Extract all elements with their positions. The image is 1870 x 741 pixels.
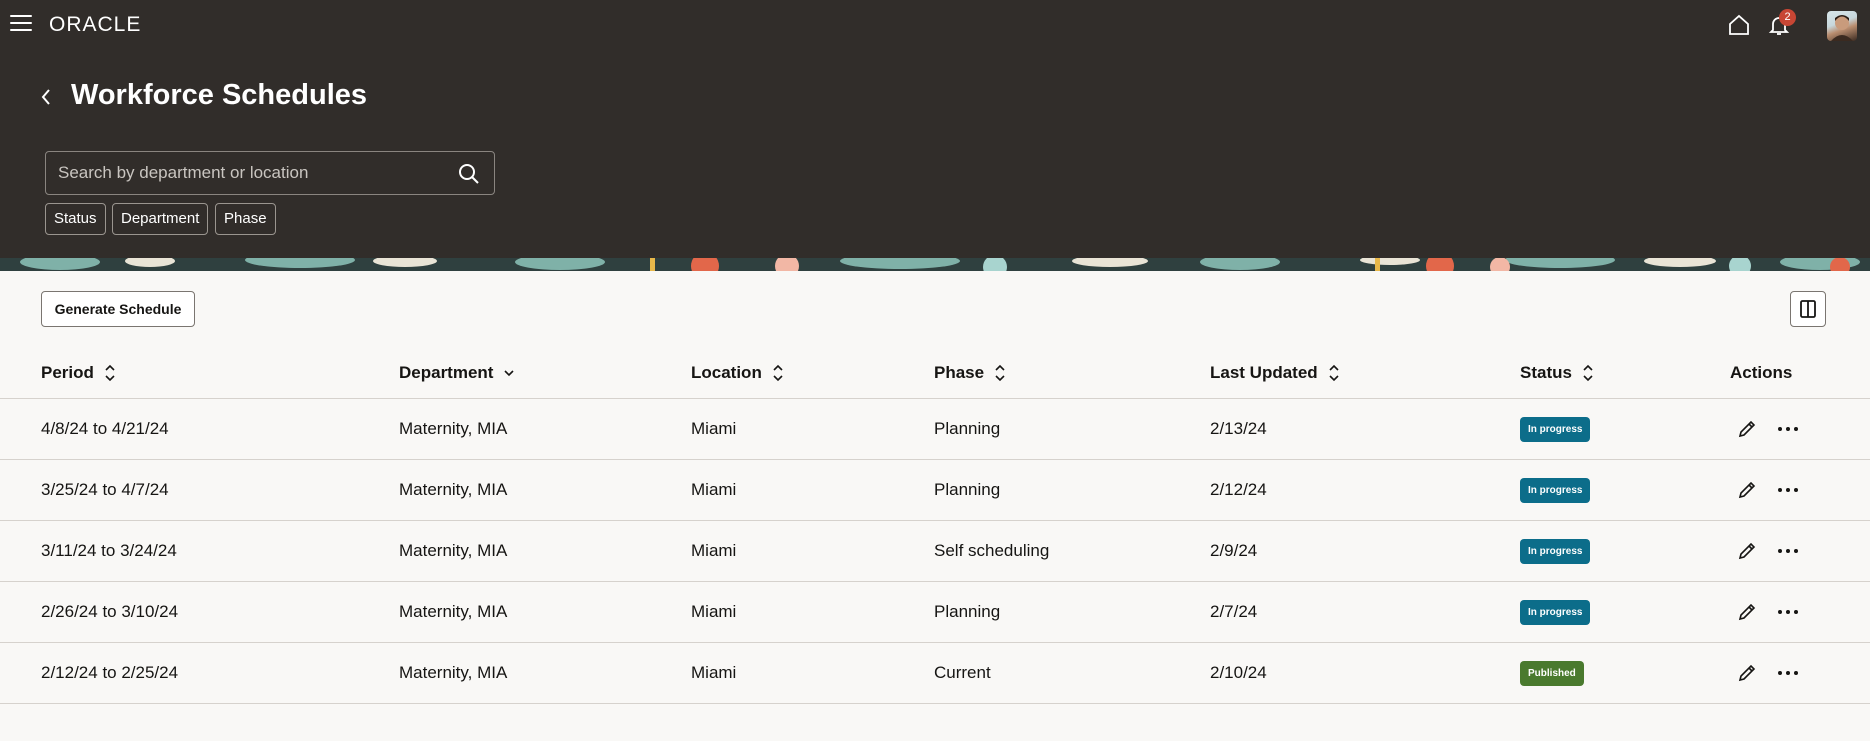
- cell-phase: Planning: [934, 419, 1001, 438]
- edit-pencil-icon[interactable]: [1737, 541, 1757, 561]
- hamburger-menu-icon[interactable]: [10, 15, 32, 35]
- back-arrow-icon[interactable]: [37, 86, 55, 108]
- sort-icon: [1583, 364, 1593, 382]
- cell-department: Maternity, MIA: [399, 419, 508, 438]
- oracle-logo: ORACLE: [49, 13, 142, 36]
- column-header-actions: Actions: [1730, 363, 1792, 383]
- cell-department: Maternity, MIA: [399, 602, 508, 621]
- cell-location: Miami: [691, 480, 737, 499]
- column-header-last-updated[interactable]: Last Updated: [1210, 363, 1340, 383]
- sort-icon: [995, 364, 1005, 382]
- table-row[interactable]: 2/26/24 to 3/10/24 Maternity, MIA Miami …: [0, 582, 1870, 643]
- table-row[interactable]: 3/25/24 to 4/7/24 Maternity, MIA Miami P…: [0, 460, 1870, 521]
- more-options-icon[interactable]: [1777, 546, 1799, 556]
- cell-location: Miami: [691, 541, 737, 560]
- column-label: Phase: [934, 363, 985, 382]
- filter-chip-phase[interactable]: Phase: [215, 203, 276, 235]
- status-badge: In progress: [1520, 539, 1591, 564]
- cell-phase: Self scheduling: [934, 541, 1050, 560]
- avatar[interactable]: [1827, 11, 1857, 41]
- cell-last-updated: 2/13/24: [1210, 419, 1267, 438]
- search-input[interactable]: [58, 152, 438, 194]
- cell-location: Miami: [691, 419, 737, 438]
- status-badge: Published: [1520, 661, 1584, 686]
- more-options-icon[interactable]: [1777, 668, 1799, 678]
- more-options-icon[interactable]: [1777, 485, 1799, 495]
- column-label: Status: [1520, 363, 1572, 382]
- filter-chip-status[interactable]: Status: [45, 203, 106, 235]
- panel-toggle-icon: [1800, 300, 1816, 318]
- column-label: Period: [41, 363, 94, 382]
- cell-phase: Current: [934, 663, 991, 682]
- table-row[interactable]: 4/8/24 to 4/21/24 Maternity, MIA Miami P…: [0, 399, 1870, 460]
- cell-last-updated: 2/7/24: [1210, 602, 1258, 621]
- cell-department: Maternity, MIA: [399, 480, 508, 499]
- cell-department: Maternity, MIA: [399, 663, 508, 682]
- table-row[interactable]: 3/11/24 to 3/24/24 Maternity, MIA Miami …: [0, 521, 1870, 582]
- search-box: [45, 151, 495, 195]
- cell-phase: Planning: [934, 480, 1001, 499]
- cell-last-updated: 2/12/24: [1210, 480, 1267, 499]
- column-header-period[interactable]: Period: [41, 363, 116, 383]
- column-header-location[interactable]: Location: [691, 363, 784, 383]
- home-icon[interactable]: [1727, 13, 1751, 37]
- cell-location: Miami: [691, 663, 737, 682]
- cell-period: 2/12/24 to 2/25/24: [41, 663, 179, 682]
- generate-schedule-button[interactable]: Generate Schedule: [41, 291, 195, 327]
- chevron-down-icon: [504, 370, 515, 377]
- search-icon[interactable]: [457, 162, 481, 186]
- edit-pencil-icon[interactable]: [1737, 419, 1757, 439]
- cell-location: Miami: [691, 602, 737, 621]
- sort-icon: [1329, 364, 1339, 382]
- more-options-icon[interactable]: [1777, 607, 1799, 617]
- cell-period: 3/11/24 to 3/24/24: [41, 541, 177, 560]
- sort-icon: [105, 364, 115, 382]
- cell-period: 2/26/24 to 3/10/24: [41, 602, 179, 621]
- status-badge: In progress: [1520, 417, 1591, 442]
- sort-icon: [773, 364, 783, 382]
- column-label: Department: [399, 363, 494, 382]
- cell-last-updated: 2/9/24: [1210, 541, 1258, 560]
- column-header-department[interactable]: Department: [399, 363, 515, 383]
- app-header: ORACLE 2 Workforce Schedules Status Depa…: [0, 0, 1870, 258]
- edit-pencil-icon[interactable]: [1737, 663, 1757, 683]
- edit-pencil-icon[interactable]: [1737, 480, 1757, 500]
- cell-phase: Planning: [934, 602, 1001, 621]
- cell-period: 3/25/24 to 4/7/24: [41, 480, 169, 499]
- status-badge: In progress: [1520, 478, 1591, 503]
- edit-pencil-icon[interactable]: [1737, 602, 1757, 622]
- column-label: Last Updated: [1210, 363, 1318, 382]
- status-badge: In progress: [1520, 600, 1591, 625]
- column-label: Location: [691, 363, 762, 382]
- column-header-status[interactable]: Status: [1520, 363, 1594, 383]
- cell-department: Maternity, MIA: [399, 541, 508, 560]
- column-label: Actions: [1730, 363, 1793, 382]
- page-title: Workforce Schedules: [71, 79, 368, 111]
- filter-chip-department[interactable]: Department: [112, 203, 209, 235]
- more-options-icon[interactable]: [1777, 424, 1799, 434]
- column-header-phase[interactable]: Phase: [934, 363, 1006, 383]
- cell-last-updated: 2/10/24: [1210, 663, 1267, 682]
- panel-toggle-button[interactable]: [1790, 291, 1826, 327]
- table-row[interactable]: 2/12/24 to 2/25/24 Maternity, MIA Miami …: [0, 643, 1870, 704]
- decorative-banner: [0, 258, 1870, 271]
- notification-badge: 2: [1779, 9, 1796, 26]
- cell-period: 4/8/24 to 4/21/24: [41, 419, 169, 438]
